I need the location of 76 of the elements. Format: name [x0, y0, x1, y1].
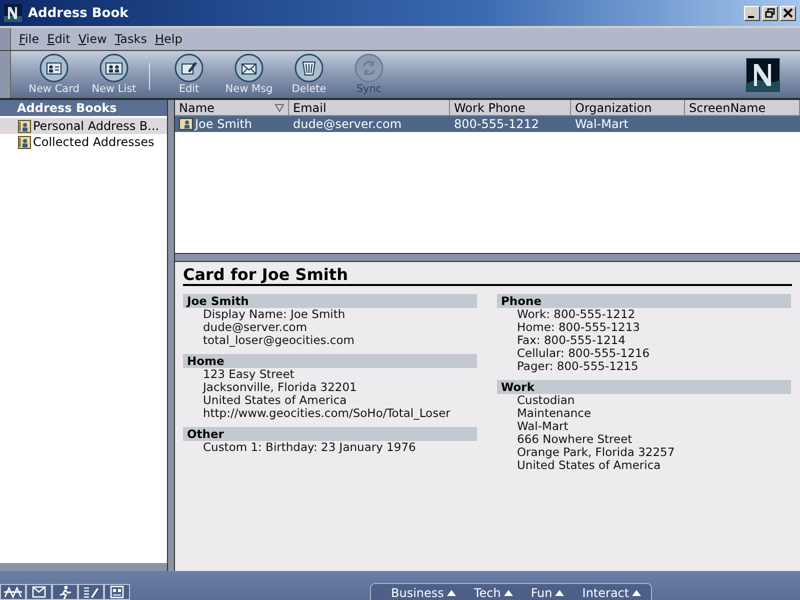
address-book-icon	[18, 120, 31, 132]
component-button[interactable]	[104, 584, 130, 600]
detail-line: Work: 800-555-1212	[516, 308, 636, 321]
table-cell: Wal-Mart	[575, 117, 628, 131]
bookmark-folder-button[interactable]: Business	[391, 586, 456, 600]
detail-line: Home: 800-555-1213	[516, 321, 641, 334]
detail-line: Orange Park, Florida 32257	[516, 446, 676, 459]
detail-line: United States of America	[203, 394, 348, 407]
sync-icon	[354, 53, 384, 83]
address-book-item[interactable]: Personal Address B...	[0, 118, 167, 134]
minimize-icon	[748, 16, 754, 18]
minimize-button[interactable]	[744, 6, 760, 20]
detail-line: Fax: 800-555-1214	[516, 334, 626, 347]
sidebar-header: Address Books	[0, 100, 167, 116]
menu-item[interactable]: File	[19, 32, 40, 46]
menu-bar-grip[interactable]	[0, 28, 11, 50]
card-icon	[39, 53, 69, 83]
section-heading: Joe Smith	[183, 294, 477, 308]
delete-icon	[294, 53, 324, 83]
detail-line: Maintenance	[516, 407, 592, 420]
splitter-bar[interactable]	[175, 253, 800, 262]
restore-icon	[765, 8, 775, 18]
detail-line: 666 Nowhere Street	[516, 433, 634, 446]
detail-line: Custom 1: Birthday: 23 January 1976	[202, 441, 417, 454]
detail-line: Pager: 800-555-1215	[516, 360, 640, 373]
close-button[interactable]	[780, 6, 796, 20]
navigator-icon	[3, 585, 23, 599]
restore-button[interactable]	[762, 6, 778, 20]
up-caret-icon	[555, 590, 564, 596]
toolbar-grip[interactable]	[0, 51, 11, 98]
edit-icon	[174, 53, 204, 83]
detail-line: http://www.geocities.com/SoHo/Total_Loser	[202, 407, 452, 420]
menu-item[interactable]: Edit	[47, 32, 70, 46]
detail-line: total_loser@geocities.com	[202, 334, 356, 347]
detail-line: Jacksonville, Florida 32201	[201, 381, 358, 394]
section-heading: Home	[183, 354, 477, 368]
logo-icon	[746, 58, 780, 92]
up-caret-icon	[632, 590, 642, 596]
component-button[interactable]	[0, 584, 26, 600]
app-logo-icon	[4, 4, 22, 22]
composer-icon	[81, 585, 101, 599]
section-heading: Phone	[497, 294, 791, 308]
table-cell: Joe Smith	[195, 117, 252, 131]
detail-line: 123 Easy Street	[202, 368, 296, 381]
bookmark-folder-button[interactable]: Tech	[474, 586, 513, 600]
up-caret-icon	[504, 590, 513, 596]
close-icon	[783, 8, 793, 18]
component-button[interactable]	[78, 584, 104, 600]
bookmark-folder-button[interactable]: Fun	[530, 586, 564, 600]
detail-line: Custodian	[516, 394, 576, 407]
contact-card-icon	[179, 118, 193, 130]
list-icon	[99, 53, 129, 83]
address-book-icon	[18, 136, 31, 148]
detail-line: United States of America	[516, 459, 662, 472]
scroll-bar[interactable]	[0, 563, 167, 571]
table-cell: dude@server.com	[293, 117, 402, 131]
menu-item[interactable]: View	[78, 32, 107, 46]
msg-icon	[234, 53, 264, 83]
table-cell: 800-555-1212	[454, 117, 540, 131]
bookmark-folder-button[interactable]: Interact	[582, 586, 642, 600]
detail-line: Display Name: Joe Smith	[203, 308, 346, 321]
detail-line: Cellular: 800-555-1216	[516, 347, 651, 360]
component-button[interactable]	[26, 584, 52, 600]
detail-line: Wal-Mart	[516, 420, 570, 433]
menu-item[interactable]: Tasks	[114, 32, 147, 46]
component-button[interactable]	[52, 584, 78, 600]
contact-row[interactable]: Joe Smith dude@server.com 800-555-1212 Wal-Mart	[175, 116, 800, 132]
menu-item[interactable]: Help	[154, 32, 182, 46]
section-heading: Work	[497, 380, 791, 394]
detail-line: dude@server.com	[202, 321, 308, 334]
up-caret-icon	[446, 590, 456, 596]
section-heading: Other	[183, 427, 477, 441]
splitter-bar[interactable]	[168, 100, 175, 571]
address-book-item[interactable]: Collected Addresses	[0, 134, 167, 150]
card-title: Card for Joe Smith	[183, 265, 792, 286]
window-title: Address Book	[28, 6, 128, 20]
